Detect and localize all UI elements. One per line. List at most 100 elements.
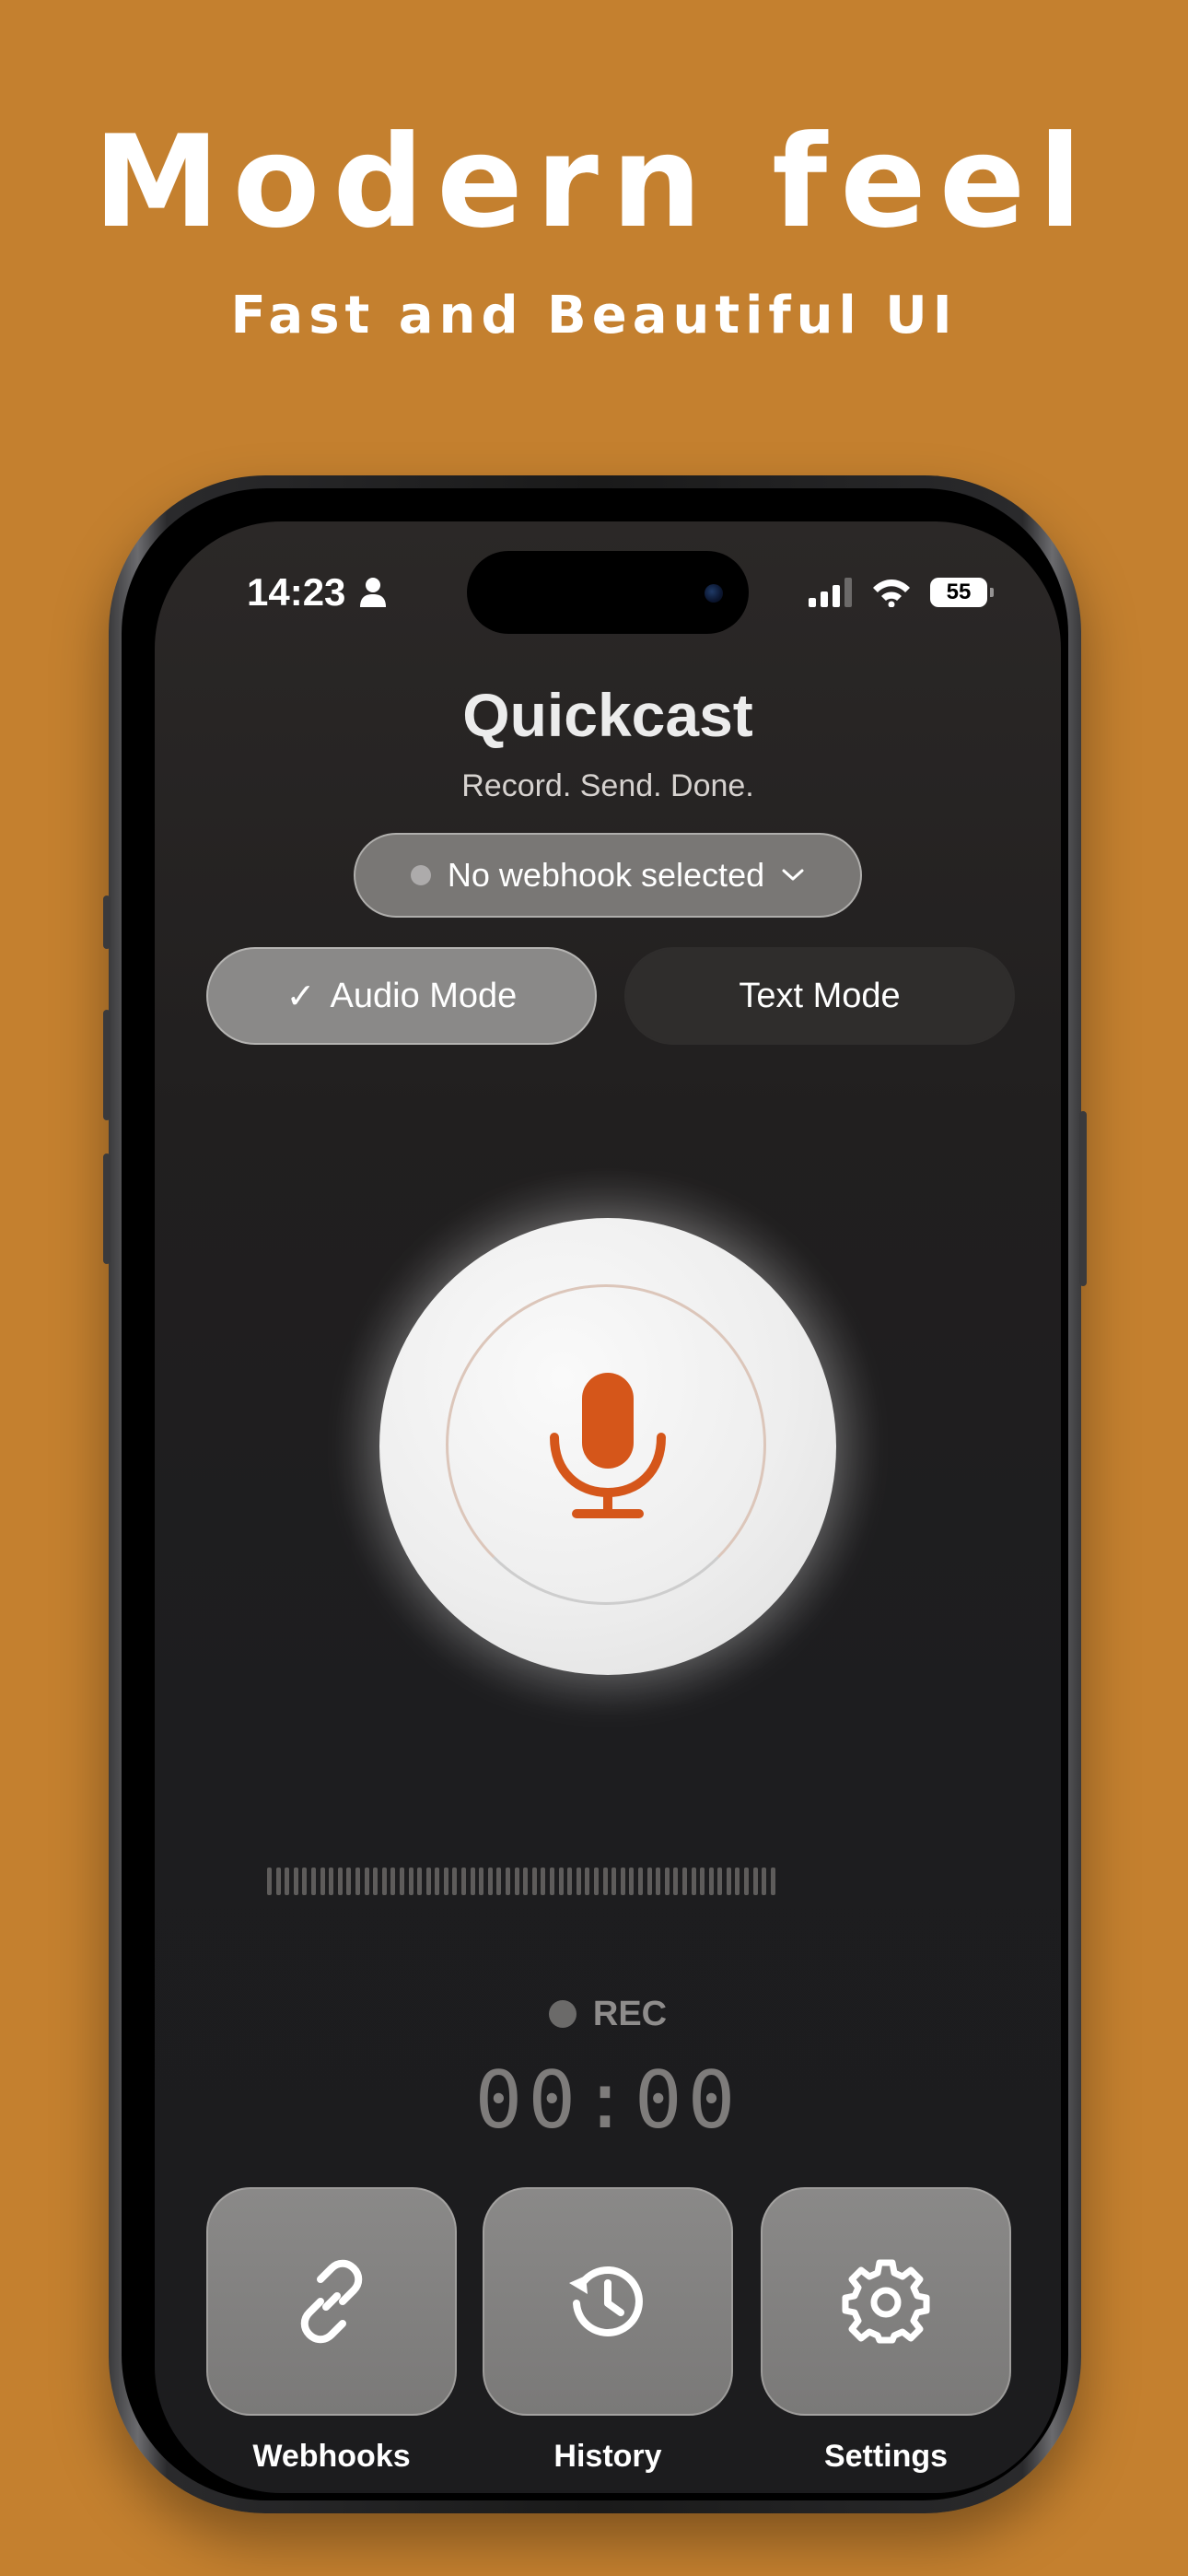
waveform-bar bbox=[346, 1868, 352, 1895]
waveform-bar bbox=[646, 1868, 652, 1895]
waveform-bar bbox=[452, 1868, 458, 1895]
waveform-bar bbox=[576, 1868, 581, 1895]
app-screen: 14:23 55 Quickcast Record. Send. Done. N… bbox=[155, 521, 1061, 2493]
front-camera bbox=[705, 584, 723, 603]
waveform-bar bbox=[620, 1868, 625, 1895]
waveform-bar bbox=[302, 1868, 308, 1895]
settings-label: Settings bbox=[823, 2439, 949, 2474]
battery-level: 55 bbox=[946, 580, 972, 604]
link-icon bbox=[300, 2259, 363, 2344]
webhook-selector[interactable]: No webhook selected bbox=[354, 833, 862, 918]
signal-icon bbox=[809, 578, 852, 607]
waveform-bar bbox=[611, 1868, 617, 1895]
waveform-bar bbox=[691, 1868, 696, 1895]
checkmark-icon: ✓ bbox=[285, 977, 316, 1016]
waveform-bar bbox=[567, 1868, 573, 1895]
waveform-bar bbox=[275, 1868, 281, 1895]
waveform-bar bbox=[541, 1868, 546, 1895]
audio-mode-button[interactable]: ✓ Audio Mode bbox=[206, 947, 597, 1045]
waveform-bar bbox=[744, 1868, 750, 1895]
waveform-bar bbox=[656, 1868, 661, 1895]
waveform-bar bbox=[435, 1868, 440, 1895]
waveform-bar bbox=[373, 1868, 379, 1895]
phone-frame: 14:23 55 Quickcast Record. Send. Done. N… bbox=[103, 475, 1087, 2513]
webhooks-label: Webhooks bbox=[252, 2439, 411, 2474]
waveform-bar bbox=[531, 1868, 537, 1895]
gear-icon bbox=[842, 2259, 930, 2344]
waveform-bar bbox=[320, 1868, 325, 1895]
waveform-bar bbox=[267, 1868, 272, 1895]
waveform-bar bbox=[293, 1868, 298, 1895]
waveform-bar bbox=[550, 1868, 554, 1895]
wifi-icon bbox=[873, 580, 910, 607]
waveform-bar bbox=[708, 1868, 714, 1895]
person-icon bbox=[360, 578, 386, 607]
waveform-bar bbox=[523, 1868, 529, 1895]
record-button[interactable] bbox=[379, 1218, 836, 1675]
webhook-selector-label: No webhook selected bbox=[447, 856, 765, 894]
webhook-status-dot bbox=[410, 865, 431, 885]
waveform-bar bbox=[770, 1868, 775, 1895]
waveform-bar bbox=[399, 1868, 404, 1895]
waveform-bar bbox=[461, 1868, 467, 1895]
power-button bbox=[1079, 1111, 1087, 1286]
waveform-bar bbox=[700, 1868, 705, 1895]
waveform-bar bbox=[637, 1868, 643, 1895]
audio-waveform bbox=[267, 1865, 949, 1898]
waveform-bar bbox=[285, 1868, 290, 1895]
battery-tip bbox=[990, 588, 994, 597]
waveform-bar bbox=[717, 1868, 723, 1895]
waveform-bar bbox=[337, 1868, 343, 1895]
waveform-bar bbox=[558, 1868, 564, 1895]
battery-indicator: 55 bbox=[930, 578, 994, 607]
waveform-bar bbox=[329, 1868, 334, 1895]
waveform-bar bbox=[425, 1868, 431, 1895]
status-indicators: 55 bbox=[809, 573, 994, 612]
webhooks-button[interactable] bbox=[206, 2187, 457, 2416]
promo-headline: Modern feel bbox=[93, 108, 1095, 256]
app-tagline: Record. Send. Done. bbox=[461, 768, 754, 803]
waveform-bar bbox=[390, 1868, 396, 1895]
waveform-bar bbox=[514, 1868, 519, 1895]
waveform-bar bbox=[443, 1868, 448, 1895]
waveform-bar bbox=[726, 1868, 731, 1895]
waveform-bar bbox=[735, 1868, 740, 1895]
waveform-bar bbox=[673, 1868, 679, 1895]
waveform-bar bbox=[585, 1868, 590, 1895]
recording-timer: 00:00 bbox=[474, 2055, 741, 2147]
volume-down-button bbox=[103, 1153, 111, 1264]
recording-indicator-dot bbox=[548, 2000, 577, 2028]
waveform-bar bbox=[629, 1868, 635, 1895]
waveform-bar bbox=[355, 1868, 360, 1895]
status-time: 14:23 bbox=[247, 570, 346, 614]
text-mode-button[interactable]: Text Mode bbox=[624, 947, 1015, 1045]
waveform-bar bbox=[752, 1868, 758, 1895]
app-title: Quickcast bbox=[462, 681, 753, 749]
audio-mode-label: Audio Mode bbox=[330, 976, 518, 1015]
history-icon bbox=[569, 2266, 643, 2336]
volume-up-button bbox=[103, 1010, 111, 1120]
dynamic-island bbox=[467, 551, 749, 634]
history-button[interactable] bbox=[483, 2187, 733, 2416]
waveform-bar bbox=[496, 1868, 502, 1895]
waveform-bar bbox=[408, 1868, 413, 1895]
waveform-bar bbox=[602, 1868, 608, 1895]
waveform-bar bbox=[506, 1868, 511, 1895]
history-label: History bbox=[553, 2439, 662, 2474]
recording-status: REC bbox=[155, 1994, 1061, 2034]
settings-button[interactable] bbox=[761, 2187, 1011, 2416]
microphone-icon bbox=[550, 1373, 666, 1518]
waveform-bar bbox=[364, 1868, 369, 1895]
chevron-down-icon bbox=[782, 869, 804, 881]
waveform-bar bbox=[664, 1868, 670, 1895]
waveform-bar bbox=[310, 1868, 316, 1895]
action-button bbox=[103, 896, 111, 949]
text-mode-label: Text Mode bbox=[739, 976, 901, 1015]
waveform-bar bbox=[593, 1868, 599, 1895]
promo-subheadline: Fast and Beautiful UI bbox=[230, 286, 958, 345]
waveform-bar bbox=[381, 1868, 387, 1895]
waveform-bar bbox=[681, 1868, 687, 1895]
waveform-bar bbox=[762, 1868, 767, 1895]
recording-status-label: REC bbox=[592, 1995, 668, 2033]
waveform-bar bbox=[470, 1868, 475, 1895]
